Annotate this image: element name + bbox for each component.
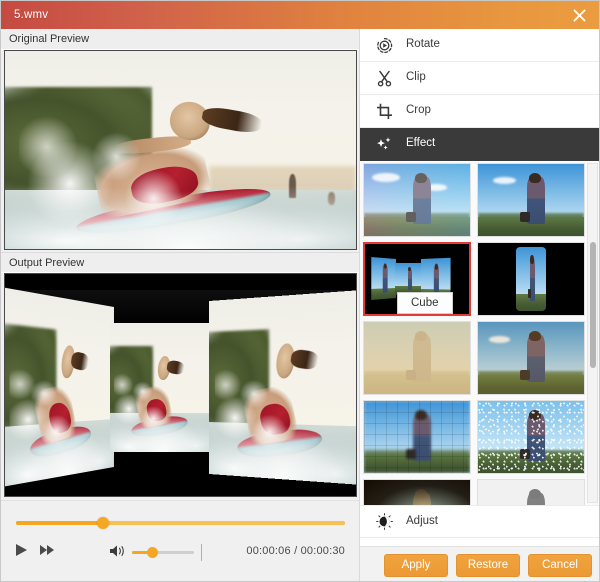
- brightness-icon: [374, 512, 394, 532]
- effect-thumbnail-sketch[interactable]: [477, 479, 585, 505]
- effect-overlay: [364, 401, 470, 473]
- effect-overlay: [364, 480, 470, 505]
- effect-thumbnail-dark-glow[interactable]: [363, 479, 471, 505]
- dialog-footer: Apply Restore Cancel: [360, 546, 599, 581]
- fast-forward-icon: [40, 545, 54, 555]
- original-frame-image: [5, 51, 356, 249]
- effect-thumbnail-noise[interactable]: [477, 400, 585, 474]
- close-icon: [573, 9, 585, 21]
- volume-icon[interactable]: [109, 543, 127, 561]
- play-button[interactable]: [13, 542, 35, 562]
- original-preview-label: Original Preview: [1, 29, 359, 50]
- effect-thumbnail-page-curl[interactable]: [477, 242, 585, 316]
- preview-pane: Original Preview Output Preview 00:00:06…: [1, 29, 359, 581]
- menu-item-clip[interactable]: Clip: [360, 62, 599, 95]
- menu-item-crop-label: Crop: [406, 104, 431, 117]
- menu-item-adjust-label: Adjust: [406, 514, 438, 527]
- cube-thumb-face-left: [371, 257, 397, 301]
- effect-thumbnail-original[interactable]: [477, 163, 585, 237]
- effect-overlay: [364, 322, 470, 394]
- window-title: 5.wmv: [14, 9, 49, 21]
- menu-item-rotate-label: Rotate: [406, 38, 440, 51]
- effect-overlay: [478, 401, 584, 473]
- cube-face-front-image: [110, 322, 213, 452]
- progress-fill: [16, 521, 102, 525]
- effect-thumbnail-sepia[interactable]: [363, 321, 471, 395]
- effect-thumbnail-vivid[interactable]: [477, 321, 585, 395]
- menu-item-rotate[interactable]: Rotate: [360, 29, 599, 62]
- sparkle-icon: [374, 134, 394, 154]
- controls-divider: [201, 544, 202, 561]
- output-preview-video[interactable]: [4, 273, 357, 497]
- cancel-button[interactable]: Cancel: [528, 553, 592, 577]
- effects-scrollbar-thumb[interactable]: [590, 242, 596, 368]
- menu-item-clip-label: Clip: [406, 71, 426, 84]
- effect-thumbnail-cube[interactable]: Cube: [363, 242, 471, 316]
- effect-overlay: [364, 164, 470, 236]
- effects-scrollbar[interactable]: [587, 163, 598, 503]
- effect-tooltip: Cube: [397, 292, 453, 314]
- crop-icon: [374, 101, 394, 121]
- effects-thumbnail-panel: Cube: [360, 161, 599, 505]
- player-controls: 00:00:06 / 00:00:30: [1, 500, 359, 581]
- speaker-icon: [110, 545, 124, 557]
- effect-thumbnail-mosaic[interactable]: [363, 400, 471, 474]
- video-editor-dialog: 5.wmv Original Preview Output Preview 00…: [0, 0, 600, 582]
- tools-panel: Rotate Clip Crop Effect Cube Adjust Appl…: [359, 29, 599, 581]
- menu-item-effect[interactable]: Effect: [360, 128, 599, 161]
- water-foam: [5, 169, 356, 249]
- menu-item-effect-label: Effect: [406, 137, 436, 150]
- volume-slider[interactable]: [132, 547, 194, 558]
- scissors-icon: [374, 68, 394, 88]
- progress-handle[interactable]: [96, 517, 109, 529]
- title-bar: 5.wmv: [1, 1, 599, 29]
- original-preview-video[interactable]: [4, 50, 357, 250]
- cube-effect-render: [5, 274, 356, 496]
- play-icon: [16, 544, 27, 556]
- output-preview-label: Output Preview: [1, 252, 359, 273]
- time-display: 00:00:06 / 00:00:30: [246, 545, 345, 557]
- cube-face-front: [110, 322, 213, 452]
- menu-item-crop[interactable]: Crop: [360, 95, 599, 128]
- effect-overlay: [478, 480, 584, 505]
- effects-grid: Cube: [363, 163, 585, 505]
- effect-thumbnail-ghost[interactable]: [363, 163, 471, 237]
- cube-thumb-face-front: [395, 262, 423, 296]
- rotate-icon: [374, 35, 394, 55]
- menu-item-adjust[interactable]: Adjust: [360, 505, 599, 538]
- cube-top-highlight: [12, 289, 349, 326]
- restore-button[interactable]: Restore: [456, 553, 520, 577]
- fast-forward-button[interactable]: [39, 542, 61, 562]
- apply-button[interactable]: Apply: [384, 553, 448, 577]
- close-button[interactable]: [557, 1, 599, 29]
- volume-handle[interactable]: [146, 547, 158, 558]
- effect-overlay: [478, 322, 584, 394]
- progress-slider[interactable]: [16, 517, 345, 529]
